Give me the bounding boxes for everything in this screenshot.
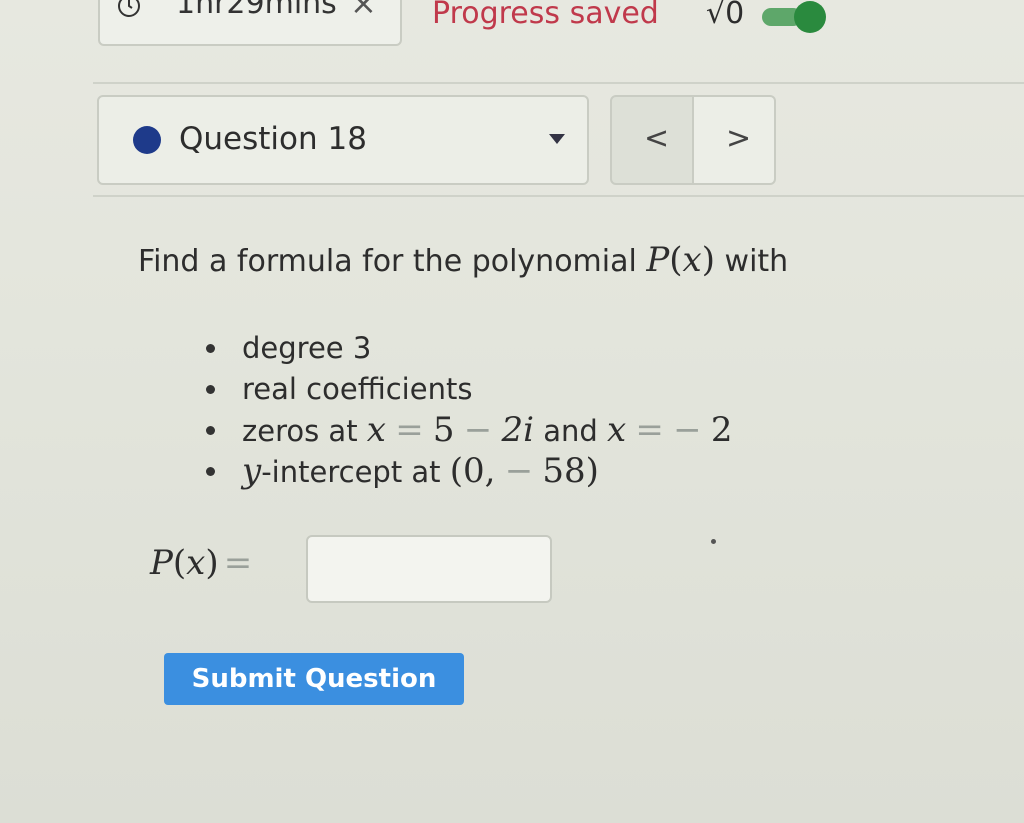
prompt-text: Find a formula for the polynomial	[138, 244, 637, 279]
question-selector[interactable]: Question 18	[97, 95, 589, 185]
answer-fn: P	[150, 543, 173, 583]
previous-question-button[interactable]: <	[610, 95, 694, 185]
condition-intercept: y-intercept at (0, − 58)	[200, 451, 732, 492]
answer-close: )	[205, 543, 219, 583]
prompt-suffix: with	[724, 244, 789, 279]
timer-close-icon[interactable]: ×	[350, 0, 377, 22]
timer-box: 1hr29mins ×	[98, 0, 402, 46]
submit-question-button[interactable]: Submit Question	[164, 653, 464, 705]
condition-coefficients-text: real coefficients	[242, 372, 473, 406]
stray-dot	[711, 539, 716, 544]
progress-status: Progress saved	[432, 0, 659, 31]
zeros-and: and	[543, 414, 598, 448]
intercept-close: 58)	[542, 451, 599, 491]
answer-var: x	[186, 543, 206, 583]
answer-open: (	[172, 543, 187, 583]
zero2-eq: =	[635, 410, 664, 450]
chevron-left-icon: <	[644, 121, 670, 156]
question-nav-group: < >	[610, 95, 776, 185]
clock-icon	[118, 0, 140, 17]
intercept-var: y	[242, 451, 262, 491]
condition-zeros: zeros at x = 5 − 2i and x = − 2	[200, 410, 732, 451]
question-label: Question 18	[179, 121, 367, 157]
zero2-val: 2	[710, 410, 733, 450]
answer-eq: =	[223, 543, 253, 583]
timer-text: 1hr29mins	[176, 0, 337, 21]
caret-down-icon	[549, 134, 565, 144]
zero1-imag: 2i	[501, 410, 534, 450]
zero1-real: 5	[432, 410, 455, 450]
answer-label: P(x) =	[150, 543, 252, 583]
intercept-open: (0,	[449, 451, 496, 491]
condition-degree: degree 3	[200, 328, 732, 369]
question-status-dot	[133, 126, 161, 154]
chevron-right-icon: >	[726, 121, 752, 156]
prompt-open: (	[669, 240, 683, 280]
prompt-var: x	[682, 240, 702, 280]
condition-coefficients: real coefficients	[200, 369, 732, 410]
toggle-switch-icon[interactable]	[760, 0, 830, 34]
top-divider	[93, 82, 1024, 84]
answer-input[interactable]	[306, 535, 552, 603]
zero1-var: x	[366, 410, 386, 450]
intercept-neg: −	[504, 451, 534, 491]
zero2-var: x	[607, 410, 627, 450]
condition-degree-text: degree 3	[242, 331, 372, 365]
zeros-prefix: zeros at	[242, 414, 358, 448]
nav-divider	[93, 195, 1024, 197]
zero1-eq: =	[395, 410, 424, 450]
intercept-text: -intercept at	[261, 455, 441, 489]
conditions-list: degree 3 real coefficients zeros at x = …	[200, 328, 732, 492]
zero1-minus: −	[463, 410, 493, 450]
prompt-close: )	[701, 240, 715, 280]
zero2-neg: −	[673, 410, 702, 450]
prompt-fn: P	[646, 240, 670, 280]
vo-label: √0	[706, 0, 745, 31]
top-bar: 1hr29mins × Progress saved √0	[0, 0, 1024, 60]
next-question-button[interactable]: >	[694, 95, 776, 185]
problem-prompt: Find a formula for the polynomial P(x) w…	[138, 240, 788, 280]
